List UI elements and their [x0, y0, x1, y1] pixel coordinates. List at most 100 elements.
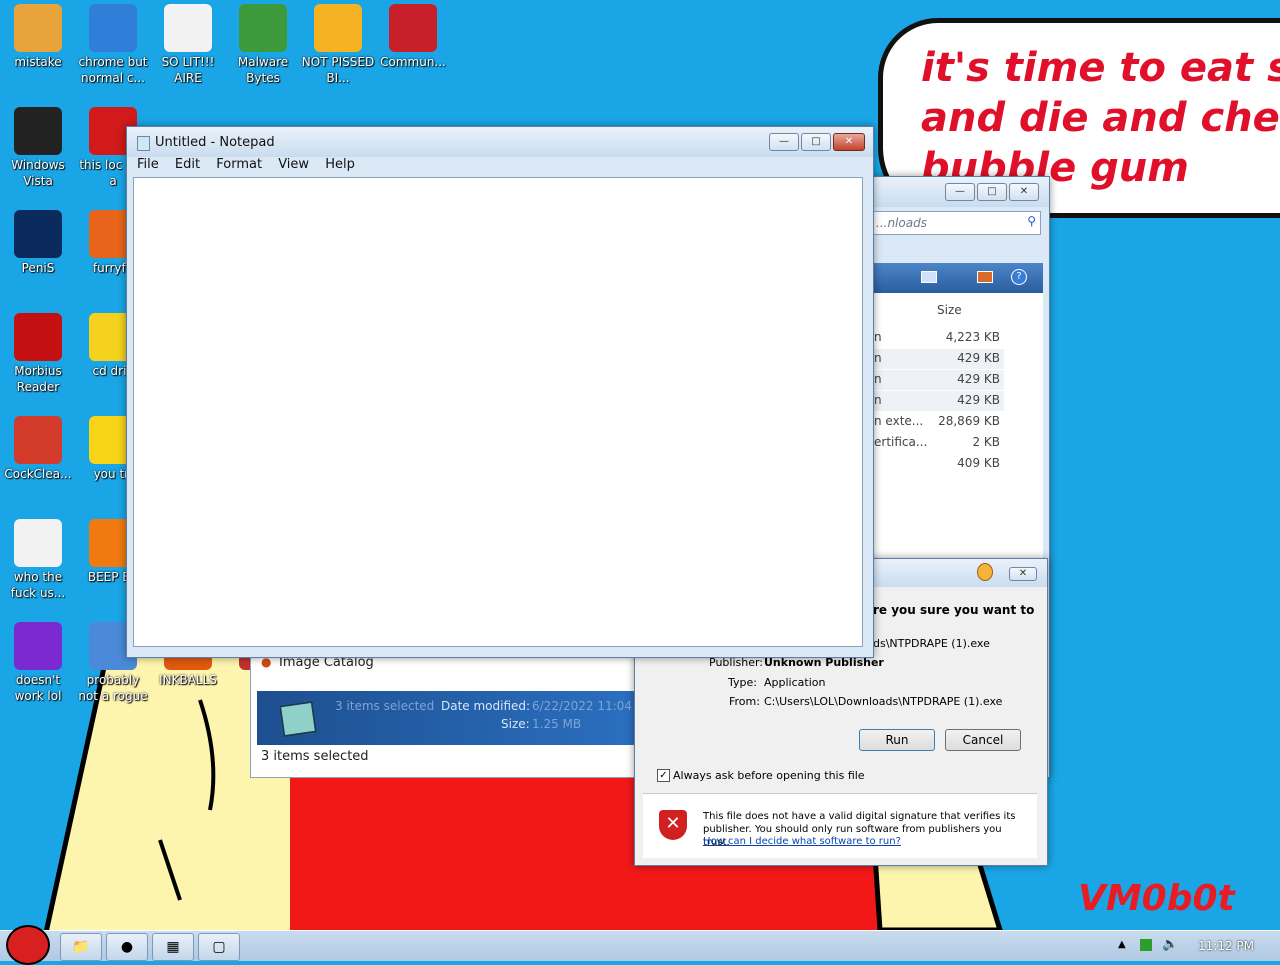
desktop-icon-label: SO LIT!!! AIRE	[161, 55, 215, 85]
start-button-icon[interactable]	[6, 925, 50, 965]
desktop-icon-7[interactable]: Windows Vista	[0, 103, 76, 189]
watermark: VM0b0t	[1078, 878, 1235, 919]
volume-icon[interactable]: 🔈	[1162, 937, 1178, 952]
menu-help[interactable]: Help	[325, 157, 355, 172]
desktop-icon-6[interactable]: Commun...	[375, 0, 451, 70]
bubble-line-1: it's time to eat shi	[921, 45, 1280, 91]
file-size: 429 KB	[957, 393, 1000, 407]
taskbar-chrome-icon[interactable]: ●	[106, 933, 148, 961]
desktop-icon-label: mistake	[14, 55, 62, 69]
desktop-icon-4[interactable]: Malware Bytes	[225, 0, 301, 86]
file-row[interactable]: n 429 KB	[872, 391, 1004, 411]
dialog-close-button[interactable]: ✕	[1009, 567, 1037, 581]
menu-file[interactable]: File	[137, 157, 159, 172]
details-date-label: Date modified:	[441, 699, 531, 713]
desktop-icon-label: NOT PISSED BI...	[301, 55, 375, 85]
network-icon[interactable]	[1140, 939, 1152, 951]
menu-bar: File Edit Format View Help	[131, 157, 361, 175]
clock[interactable]: 11:12 PM	[1198, 939, 1254, 953]
help-icon[interactable]: ?	[1011, 269, 1027, 285]
red-emblem-icon	[389, 4, 437, 52]
pdf-reader-icon	[14, 313, 62, 361]
views-icon[interactable]	[921, 271, 937, 283]
desktop-icon-5[interactable]: NOT PISSED BI...	[300, 0, 376, 86]
desktop-icon-9[interactable]: PeniS	[0, 206, 76, 276]
file-name: n	[874, 351, 882, 365]
taskbar-app-icon[interactable]: ▦	[152, 933, 194, 961]
minimize-button[interactable]: —	[769, 133, 799, 151]
maximize-button[interactable]: □	[977, 183, 1007, 201]
notepad-icon	[137, 136, 150, 151]
desktop-icon-label: probably not a rogue	[78, 673, 148, 703]
file-name: n exte...	[874, 414, 924, 428]
menu-edit[interactable]: Edit	[175, 157, 200, 172]
desktop-icon-label: Windows Vista	[11, 158, 65, 188]
file-size: 28,869 KB	[938, 414, 1000, 428]
tray-arrow-icon[interactable]: ▲	[1118, 939, 1126, 950]
from-value: C:\Users\LOL\Downloads\NTPDRAPE (1).exe	[764, 695, 1003, 708]
menu-format[interactable]: Format	[216, 157, 262, 172]
always-ask-checkbox[interactable]: ✓	[657, 769, 670, 782]
notepad-text-area[interactable]	[133, 177, 863, 647]
warning-shield-icon: ✕	[659, 810, 687, 840]
notepad-file-icon	[278, 700, 318, 738]
desktop-icon-3[interactable]: SO LIT!!! AIRE	[150, 0, 226, 86]
desktop-icon-label: chrome but normal c...	[78, 55, 148, 85]
trash-bin-icon	[14, 107, 62, 155]
notepad-titlebar[interactable]: Untitled - Notepad — □ ✕	[127, 127, 873, 157]
details-date-value: 6/22/2022 11:04	[532, 699, 632, 713]
file-name-value: ds\NTPDRAPE (1).exe	[873, 637, 990, 650]
file-name: ertifica...	[874, 435, 928, 449]
details-size-label: Size:	[501, 717, 530, 731]
green-pig-icon	[314, 4, 362, 52]
explorer-titlebar[interactable]: — □ ✕	[861, 177, 1049, 207]
desktop-icon-label: Commun...	[380, 55, 446, 69]
desktop-icon-1[interactable]: mistake	[0, 0, 76, 70]
file-row[interactable]: n exte... 28,869 KB	[872, 412, 1004, 432]
desktop-icon-label: Malware Bytes	[237, 55, 289, 85]
photoshop-icon	[14, 210, 62, 258]
column-size-header[interactable]: Size	[937, 303, 962, 317]
notepad-window[interactable]: Untitled - Notepad — □ ✕ File Edit Forma…	[126, 126, 874, 658]
ccleaner-icon	[14, 416, 62, 464]
taskbar-explorer-icon[interactable]: 📁	[60, 933, 102, 961]
menu-view[interactable]: View	[278, 157, 309, 172]
desktop-icon-17[interactable]: doesn't work lol	[0, 618, 76, 704]
explorer-lower-pane: Image Catalog ● 3 items selected Date mo…	[250, 652, 638, 778]
help-link[interactable]: How can I decide what software to run?	[703, 836, 901, 847]
always-ask-label: Always ask before opening this file	[673, 769, 865, 782]
shield-check-icon	[239, 4, 287, 52]
details-selected: 3 items selected	[335, 699, 435, 713]
desktop-icon-11[interactable]: Morbius Reader	[0, 309, 76, 395]
cancel-button[interactable]: Cancel	[945, 729, 1021, 751]
file-row[interactable]: 409 KB	[872, 454, 1004, 474]
warning-area: ✕ This file does not have a valid digita…	[643, 793, 1037, 858]
search-icon[interactable]: ⚲	[1027, 214, 1036, 228]
file-name: n	[874, 330, 882, 344]
minimize-button[interactable]: —	[945, 183, 975, 201]
from-label: From:	[729, 695, 760, 708]
file-size: 429 KB	[957, 372, 1000, 386]
close-button[interactable]: ✕	[833, 133, 865, 151]
file-row[interactable]: ertifica... 2 KB	[872, 433, 1004, 453]
close-button[interactable]: ✕	[1009, 183, 1039, 201]
file-row[interactable]: n 4,223 KB	[872, 328, 1004, 348]
preview-pane-icon[interactable]	[977, 271, 993, 283]
explorer-toolbar: ?	[861, 263, 1043, 293]
desktop-icon-13[interactable]: CockClea...	[0, 412, 76, 482]
desktop: { "desktop_icons": [ {"label":"mistake",…	[0, 0, 1280, 965]
maximize-button[interactable]: □	[801, 133, 831, 151]
taskbar-notepad-icon[interactable]: ▢	[198, 933, 240, 961]
dialog-question: re you sure you want to	[873, 603, 1035, 617]
status-bar-text: 3 items selected	[261, 749, 369, 764]
file-row[interactable]: n 429 KB	[872, 370, 1004, 390]
type-label: Type:	[728, 676, 757, 689]
search-field[interactable]: ...nloads ⚲	[871, 211, 1041, 235]
run-button[interactable]: Run	[859, 729, 935, 751]
desktop-icon-label: INKBALLS	[159, 673, 217, 687]
desktop-icon-2[interactable]: chrome but normal c...	[75, 0, 151, 86]
file-size: 429 KB	[957, 351, 1000, 365]
desktop-icon-15[interactable]: who the fuck us...	[0, 515, 76, 601]
chrome-icon	[89, 4, 137, 52]
file-row[interactable]: n 429 KB	[872, 349, 1004, 369]
